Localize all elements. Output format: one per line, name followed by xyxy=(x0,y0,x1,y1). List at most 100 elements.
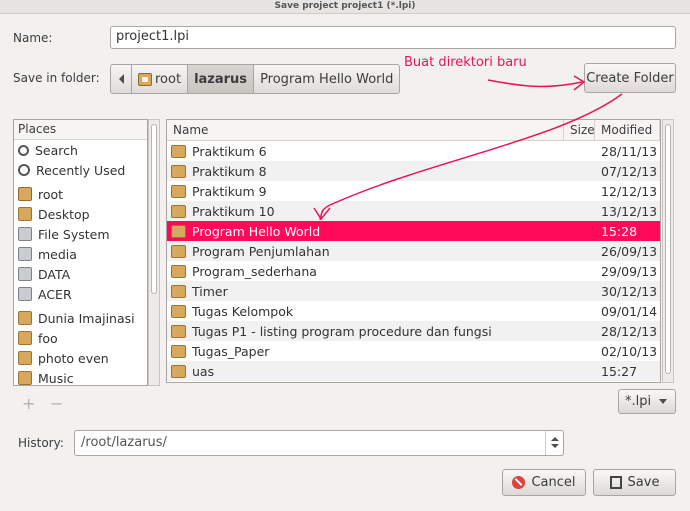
file-name: Tugas_Paper xyxy=(192,343,270,359)
path-label: Program Hello World xyxy=(260,71,394,87)
place-item-dunia-imajinasi[interactable]: Dunia Imajinasi xyxy=(14,308,147,328)
place-label: Dunia Imajinasi xyxy=(38,310,135,326)
path-bar: root lazarus Program Hello World xyxy=(110,64,401,94)
path-label: root xyxy=(155,71,182,87)
filename-input[interactable]: project1.lpi xyxy=(110,26,676,49)
place-label: media xyxy=(38,246,77,262)
file-row[interactable]: Praktikum 10 13/12/13 xyxy=(167,201,660,221)
folder-icon xyxy=(18,311,32,325)
path-button-root[interactable]: root xyxy=(131,64,189,94)
filter-value: *.lpi xyxy=(625,394,652,409)
path-button-lazarus[interactable]: lazarus xyxy=(187,64,255,94)
cancel-label: Cancel xyxy=(531,475,576,490)
create-folder-button[interactable]: Create Folder xyxy=(584,63,676,93)
file-modified: 09/01/14 xyxy=(601,303,658,319)
folder-icon xyxy=(171,344,186,358)
file-row[interactable]: Praktikum 9 12/12/13 xyxy=(167,181,660,201)
file-row-selected[interactable]: Program Hello World 15:28 xyxy=(167,221,660,241)
file-row[interactable]: Timer 30/12/13 xyxy=(167,281,660,301)
cancel-button[interactable]: Cancel xyxy=(502,469,586,496)
place-item-media[interactable]: media xyxy=(14,244,147,264)
drive-icon xyxy=(18,247,32,261)
place-item-desktop[interactable]: Desktop xyxy=(14,204,147,224)
folder-icon xyxy=(171,164,186,178)
column-header-modified[interactable]: Modified xyxy=(595,120,660,140)
chevron-down-icon xyxy=(659,399,668,404)
file-row[interactable]: Tugas P1 - listing program procedure dan… xyxy=(167,321,660,341)
place-label: Search xyxy=(35,142,78,158)
file-row[interactable]: uas 15:27 xyxy=(167,361,660,381)
annotation-arrow-to-button xyxy=(487,79,583,88)
annotation-arrow-head-button xyxy=(573,75,586,91)
place-item-photo-even[interactable]: photo even xyxy=(14,348,147,368)
file-name: Program_sederhana xyxy=(192,263,317,279)
file-row[interactable]: Tugas_Paper 02/10/13 xyxy=(167,341,660,361)
file-name: Praktikum 6 xyxy=(192,143,267,159)
files-scrollbar-thumb[interactable] xyxy=(665,124,671,374)
add-place-button[interactable]: + xyxy=(22,394,35,413)
places-scrollbar[interactable] xyxy=(148,119,160,386)
file-modified: 30/12/13 xyxy=(601,283,658,299)
place-item-search[interactable]: Search xyxy=(14,140,147,160)
folder-icon xyxy=(171,244,186,258)
path-label: lazarus xyxy=(194,71,248,87)
folder-icon xyxy=(171,324,186,338)
home-folder-icon xyxy=(138,72,152,86)
place-label: DATA xyxy=(38,266,71,282)
file-row[interactable]: Tugas Kelompok 09/01/14 xyxy=(167,301,660,321)
file-name: Praktikum 9 xyxy=(192,183,267,199)
file-modified: 28/11/13 xyxy=(601,143,658,159)
file-modified: 07/12/13 xyxy=(601,163,658,179)
folder-icon xyxy=(171,304,186,318)
column-header-size[interactable]: Size xyxy=(564,120,595,140)
history-combo[interactable]: /root/lazarus/ xyxy=(74,430,564,456)
folder-icon xyxy=(171,184,186,198)
folder-icon xyxy=(171,264,186,278)
files-scrollbar[interactable] xyxy=(662,119,674,383)
filter-select[interactable]: *.lpi xyxy=(618,389,676,414)
name-label: Name: xyxy=(13,31,53,45)
recent-icon xyxy=(18,164,30,176)
place-label: Recently Used xyxy=(36,162,126,178)
place-item-data[interactable]: DATA xyxy=(14,264,147,284)
save-button[interactable]: Save xyxy=(593,469,676,496)
file-name: Tugas P1 - listing program procedure dan… xyxy=(192,323,492,339)
history-dropdown-toggle[interactable] xyxy=(545,431,563,455)
file-name: Tugas Kelompok xyxy=(192,303,294,319)
chevron-up-icon xyxy=(551,437,559,441)
places-header: Places xyxy=(14,120,147,140)
file-row[interactable]: Program_sederhana 29/09/13 xyxy=(167,261,660,281)
file-name: Praktikum 8 xyxy=(192,163,267,179)
file-row[interactable]: Praktikum 8 07/12/13 xyxy=(167,161,660,181)
remove-place-button[interactable]: − xyxy=(50,394,63,413)
file-name: Timer xyxy=(192,283,228,299)
file-name: Program Penjumlahan xyxy=(192,243,330,259)
home-folder-icon xyxy=(18,187,32,201)
file-modified: 12/12/13 xyxy=(601,183,658,199)
cancel-icon xyxy=(512,476,526,489)
history-label: History: xyxy=(18,436,64,450)
save-label: Save xyxy=(627,475,660,490)
file-modified: 02/10/13 xyxy=(601,343,658,359)
folder-icon xyxy=(171,224,186,238)
place-item-music[interactable]: Music xyxy=(14,368,147,385)
path-back-button[interactable] xyxy=(110,64,132,94)
place-item-filesystem[interactable]: File System xyxy=(14,224,147,244)
file-row[interactable]: Praktikum 6 28/11/13 xyxy=(167,141,660,161)
column-header-name[interactable]: Name xyxy=(167,120,564,140)
place-item-recent[interactable]: Recently Used xyxy=(14,160,147,180)
place-label: File System xyxy=(38,226,110,242)
places-scrollbar-thumb[interactable] xyxy=(151,124,157,294)
file-modified: 29/09/13 xyxy=(601,263,658,279)
file-modified: 15:27 xyxy=(601,363,638,379)
file-modified: 28/12/13 xyxy=(601,323,658,339)
file-row[interactable]: Program Penjumlahan 26/09/13 xyxy=(167,241,660,261)
place-item-acer[interactable]: ACER xyxy=(14,284,147,304)
history-value: /root/lazarus/ xyxy=(81,435,167,450)
place-item-foo[interactable]: foo xyxy=(14,328,147,348)
folder-icon xyxy=(171,144,186,158)
drive-icon xyxy=(18,227,32,241)
file-list: Name Size Modified Praktikum 6 28/11/13 P… xyxy=(166,119,661,383)
path-button-program-hello-world[interactable]: Program Hello World xyxy=(253,64,401,94)
place-item-root[interactable]: root xyxy=(14,184,147,204)
